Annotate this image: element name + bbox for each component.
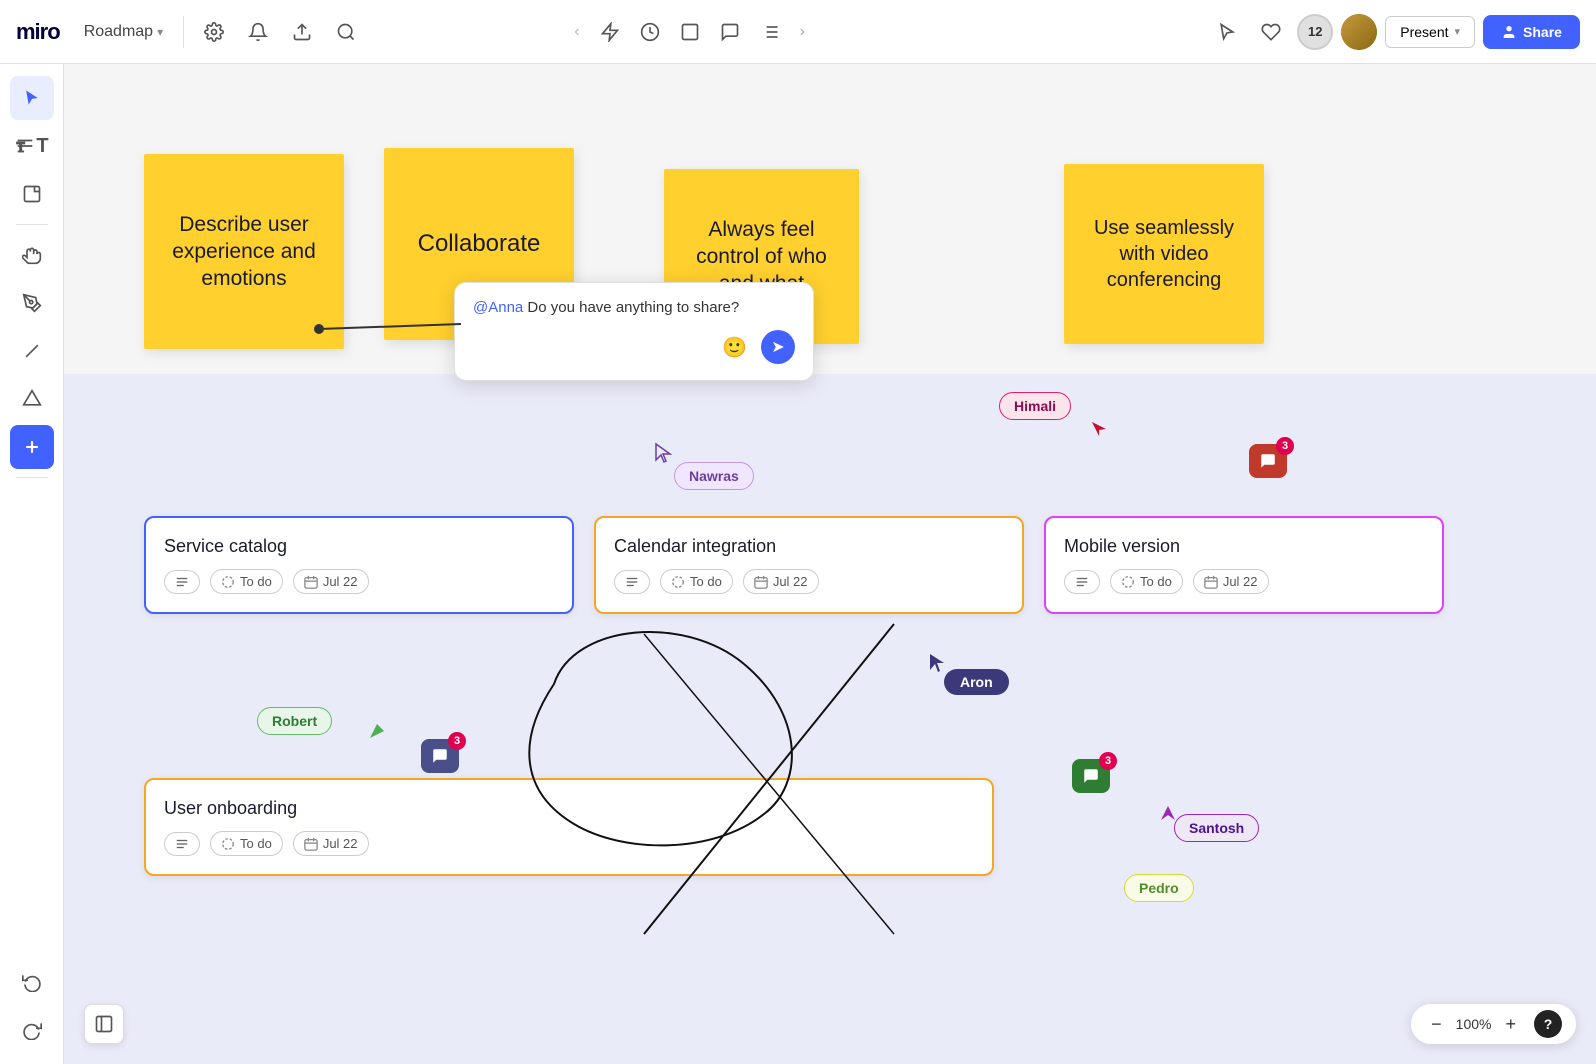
bell-btn[interactable] <box>240 16 276 48</box>
sidebar-item-line[interactable] <box>10 329 54 373</box>
send-btn[interactable]: ➤ <box>761 330 795 364</box>
sidebar-item-hand[interactable] <box>10 233 54 277</box>
card-todo-status: To do <box>210 569 283 594</box>
card-onboarding-todo: To do <box>210 831 283 856</box>
sidebar-item-add[interactable] <box>10 425 54 469</box>
celebrate-btn[interactable] <box>1253 16 1289 48</box>
sidebar-item-pen[interactable] <box>10 281 54 325</box>
lightning-btn[interactable] <box>592 16 628 48</box>
cursor-label-himali: Himali <box>999 392 1071 420</box>
card-service-catalog[interactable]: Service catalog To do Jul 22 <box>144 516 574 614</box>
user-avatar[interactable] <box>1341 14 1377 50</box>
board-name-label: Roadmap <box>84 23 153 41</box>
zoom-in-btn[interactable]: + <box>1499 1012 1522 1037</box>
cursor-label-nawras: Nawras <box>674 462 754 490</box>
card-calendar-meta: To do Jul 22 <box>614 569 1004 594</box>
cursor-arrow-santosh <box>1159 804 1177 827</box>
card-calendar-integration[interactable]: Calendar integration To do Jul 22 <box>594 516 1024 614</box>
sidebar-separator-2 <box>16 477 48 478</box>
card-lines-icon <box>164 570 200 594</box>
svg-text:T: T <box>17 140 25 155</box>
cursor-label-aron: Aron <box>944 669 1009 695</box>
sidebar-item-select[interactable] <box>10 76 54 120</box>
share-btn[interactable]: Share <box>1483 15 1580 49</box>
panel-toggle-btn[interactable] <box>84 1004 124 1044</box>
card-mobile-version[interactable]: Mobile version To do Jul 22 <box>1044 516 1444 614</box>
cursor-arrow-aron <box>928 652 946 679</box>
more-tools-btn[interactable]: › <box>792 17 813 47</box>
zoom-controls: − 100% + ? <box>1411 1004 1576 1044</box>
settings-btn[interactable] <box>196 16 232 48</box>
cursor-label-pedro: Pedro <box>1124 874 1194 902</box>
comment-mention: @Anna <box>473 299 523 316</box>
sidebar: T T <box>0 64 64 1064</box>
card-date-1: Jul 22 <box>293 569 369 594</box>
frame-btn[interactable] <box>672 16 708 48</box>
card-mobile-todo: To do <box>1110 569 1183 594</box>
zoom-help-btn[interactable]: ? <box>1534 1010 1562 1038</box>
canvas[interactable]: Describe user experience and emotions Co… <box>64 64 1596 1064</box>
card-mobile-meta: To do Jul 22 <box>1064 569 1424 594</box>
card-date-3: Jul 22 <box>1193 569 1269 594</box>
comment-actions: 🙂 ➤ <box>473 330 795 364</box>
search-btn[interactable] <box>328 16 364 48</box>
sidebar-separator-1 <box>16 224 48 225</box>
board-chevron: ▾ <box>157 25 163 39</box>
comment-icon-purple[interactable]: 3 <box>421 739 459 773</box>
cursor-arrow-nawras <box>654 442 672 469</box>
comment-badge-purple: 3 <box>448 732 466 750</box>
cursor-label-robert: Robert <box>257 707 332 735</box>
sidebar-item-sticky[interactable] <box>10 172 54 216</box>
topbar: miro Roadmap ▾ ‹ › <box>0 0 1596 64</box>
card-date-2: Jul 22 <box>743 569 819 594</box>
comment-icon-green[interactable]: 3 <box>1072 759 1110 793</box>
emoji-btn[interactable]: 🙂 <box>718 331 751 364</box>
card-onboarding-meta: To do Jul 22 <box>164 831 974 856</box>
sidebar-item-redo[interactable] <box>10 1008 54 1052</box>
app-logo: miro <box>16 19 60 45</box>
collaborator-count[interactable]: 12 <box>1297 14 1333 50</box>
comment-badge-green: 3 <box>1099 752 1117 770</box>
present-btn[interactable]: Present ▾ <box>1385 16 1475 48</box>
sticky-video[interactable]: Use seamlessly with video conferencing <box>1064 164 1264 344</box>
topbar-separator-1 <box>183 16 184 48</box>
card-onboarding-lines <box>164 832 200 856</box>
sidebar-item-undo[interactable] <box>10 960 54 1004</box>
card-mobile-lines <box>1064 570 1100 594</box>
card-calendar-title: Calendar integration <box>614 536 1004 557</box>
card-service-catalog-meta: To do Jul 22 <box>164 569 554 594</box>
card-user-onboarding[interactable]: User onboarding To do Jul 22 <box>144 778 994 876</box>
board-name-btn[interactable]: Roadmap ▾ <box>76 17 171 47</box>
card-cal-lines <box>614 570 650 594</box>
sidebar-item-text[interactable]: T T <box>10 124 54 168</box>
comment-box[interactable]: @Anna Do you have anything to share? 🙂 ➤ <box>454 282 814 381</box>
list-tool-btn[interactable] <box>752 16 788 48</box>
zoom-percent: 100% <box>1456 1016 1492 1032</box>
upload-btn[interactable] <box>284 16 320 48</box>
back-btn[interactable]: ‹ <box>566 17 587 47</box>
sidebar-item-shapes[interactable] <box>10 377 54 421</box>
cursor-arrow-robert <box>368 722 386 745</box>
comment-badge-red: 3 <box>1276 437 1294 455</box>
card-date-4: Jul 22 <box>293 831 369 856</box>
card-service-catalog-title: Service catalog <box>164 536 554 557</box>
timer-btn[interactable] <box>632 16 668 48</box>
zoom-out-btn[interactable]: − <box>1425 1012 1448 1037</box>
card-onboarding-title: User onboarding <box>164 798 974 819</box>
sticky-describe[interactable]: Describe user experience and emotions <box>144 154 344 349</box>
card-cal-todo: To do <box>660 569 733 594</box>
comment-text: @Anna Do you have anything to share? <box>473 299 795 316</box>
cursor-label-santosh: Santosh <box>1174 814 1259 842</box>
comment-tool-btn[interactable] <box>712 16 748 48</box>
comment-icon-red[interactable]: 3 <box>1249 444 1287 478</box>
topbar-right: 12 Present ▾ Share <box>1209 14 1580 50</box>
card-mobile-title: Mobile version <box>1064 536 1424 557</box>
pointer-btn[interactable] <box>1209 16 1245 48</box>
cursor-arrow-himali <box>1090 420 1108 443</box>
topbar-center-tools: ‹ › <box>566 16 813 48</box>
